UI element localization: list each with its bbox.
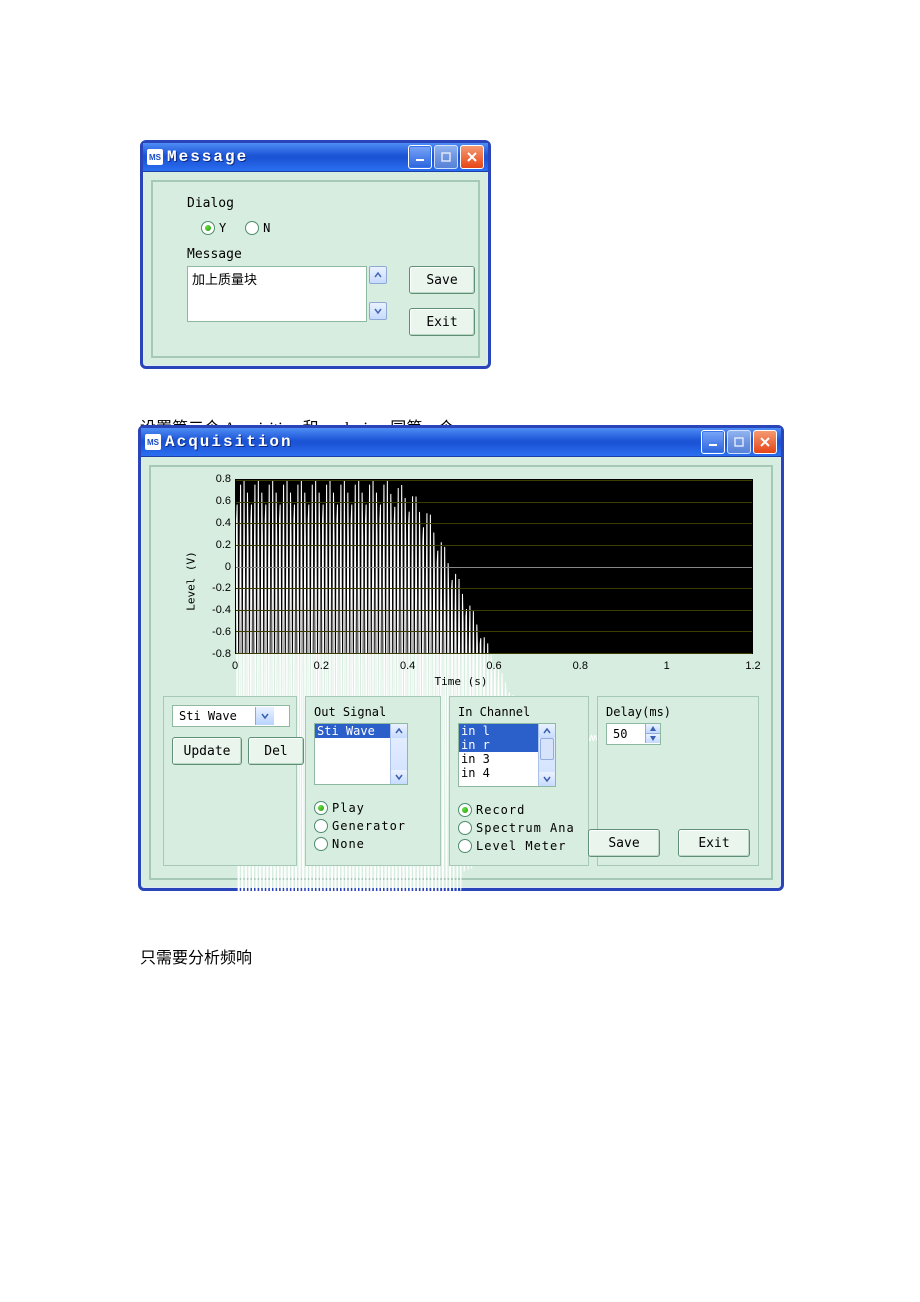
- in-channel-panel: In Channel in lin rin 3in 4: [449, 696, 589, 866]
- radio-generator-label: Generator: [332, 819, 406, 833]
- radio-spectrum-label: Spectrum Ana: [476, 821, 575, 835]
- radio-no-label: N: [263, 221, 271, 235]
- chevron-up-icon: [395, 727, 403, 735]
- x-axis-ticks: 00.20.40.60.811.2: [235, 660, 753, 674]
- dialog-label: Dialog: [187, 196, 444, 211]
- message-window: MS Message Dialog Y: [140, 140, 491, 369]
- delay-panel: Delay(ms) 50 Save Exit: [597, 696, 759, 866]
- delay-value: 50: [607, 724, 645, 744]
- y-axis-label: Level (V): [184, 551, 197, 611]
- radio-none-label: None: [332, 837, 365, 851]
- in-channel-listbox[interactable]: in lin rin 3in 4: [458, 723, 556, 787]
- chevron-down-icon: [261, 712, 269, 720]
- scroll-down-button[interactable]: [539, 772, 555, 786]
- scroll-up-button[interactable]: [369, 266, 387, 284]
- scroll-down-button[interactable]: [369, 302, 387, 320]
- radio-level-meter-label: Level Meter: [476, 839, 566, 853]
- radio-record-label: Record: [476, 803, 525, 817]
- radio-yes-label: Y: [219, 221, 227, 235]
- out-signal-label: Out Signal: [314, 705, 432, 719]
- exit-button[interactable]: Exit: [678, 829, 750, 857]
- app-icon: MS: [145, 434, 161, 450]
- out-signal-panel: Out Signal Sti Wave Play: [305, 696, 441, 866]
- list-item[interactable]: in l: [459, 724, 541, 738]
- spin-down-button[interactable]: [645, 734, 660, 743]
- minimize-button[interactable]: [408, 145, 432, 169]
- window-title: Acquisition: [165, 433, 293, 451]
- doc-paragraph-2: 只需要分析频响: [140, 944, 252, 968]
- radio-none[interactable]: None: [314, 837, 432, 851]
- list-item[interactable]: in 4: [459, 766, 541, 780]
- save-button[interactable]: Save: [588, 829, 660, 857]
- radio-spectrum[interactable]: Spectrum Ana: [458, 821, 580, 835]
- delay-spinner[interactable]: 50: [606, 723, 661, 745]
- minimize-icon: [707, 436, 719, 448]
- close-icon: [759, 436, 771, 448]
- del-button[interactable]: Del: [248, 737, 304, 765]
- close-icon: [466, 151, 478, 163]
- chevron-down-icon: [650, 736, 656, 741]
- scroll-down-button[interactable]: [391, 770, 407, 784]
- close-button[interactable]: [753, 430, 777, 454]
- message-label: Message: [187, 247, 444, 262]
- update-button[interactable]: Update: [172, 737, 242, 765]
- scroll-up-button[interactable]: [539, 724, 555, 738]
- titlebar[interactable]: MS Message: [143, 143, 488, 172]
- radio-no[interactable]: N: [245, 221, 271, 235]
- waveform-chart: Level (V) -0.8-0.6-0.4-0.200.20.40.60.8 …: [163, 473, 759, 688]
- spin-up-button[interactable]: [645, 724, 660, 734]
- chevron-up-icon: [650, 726, 656, 731]
- maximize-button: [727, 430, 751, 454]
- x-axis-label: Time (s): [163, 675, 759, 688]
- maximize-button: [434, 145, 458, 169]
- save-button[interactable]: Save: [409, 266, 475, 294]
- radio-record[interactable]: Record: [458, 803, 580, 817]
- app-icon: MS: [147, 149, 163, 165]
- out-signal-listbox[interactable]: Sti Wave: [314, 723, 408, 785]
- chevron-down-icon: [543, 775, 551, 783]
- maximize-icon: [733, 436, 745, 448]
- message-textarea[interactable]: 加上质量块: [187, 266, 367, 322]
- minimize-button[interactable]: [701, 430, 725, 454]
- radio-generator[interactable]: Generator: [314, 819, 432, 833]
- radio-level-meter[interactable]: Level Meter: [458, 839, 580, 853]
- chevron-up-icon: [374, 271, 382, 279]
- exit-button[interactable]: Exit: [409, 308, 475, 336]
- radio-play[interactable]: Play: [314, 801, 432, 815]
- chevron-down-icon: [374, 307, 382, 315]
- scroll-thumb[interactable]: [540, 738, 554, 760]
- plot-area: [235, 479, 753, 654]
- list-item[interactable]: in 3: [459, 752, 541, 766]
- dropdown-button[interactable]: [255, 707, 274, 725]
- radio-yes[interactable]: Y: [201, 221, 227, 235]
- wave-dropdown-value: Sti Wave: [173, 709, 255, 723]
- list-item[interactable]: in r: [459, 738, 541, 752]
- close-button[interactable]: [460, 145, 484, 169]
- y-axis-ticks: -0.8-0.6-0.4-0.200.20.40.60.8: [201, 479, 233, 654]
- wave-select-panel: Sti Wave Update Del: [163, 696, 297, 866]
- minimize-icon: [414, 151, 426, 163]
- wave-dropdown[interactable]: Sti Wave: [172, 705, 290, 727]
- delay-label: Delay(ms): [606, 705, 750, 719]
- titlebar[interactable]: MS Acquisition: [141, 428, 781, 457]
- chevron-down-icon: [395, 773, 403, 781]
- scroll-up-button[interactable]: [391, 724, 407, 738]
- message-text: 加上质量块: [192, 272, 257, 287]
- radio-play-label: Play: [332, 801, 365, 815]
- in-channel-label: In Channel: [458, 705, 580, 719]
- acquisition-window: MS Acquisition Level (V) -0.8-0.6-0.4-0.…: [138, 425, 784, 891]
- window-title: Message: [167, 148, 248, 166]
- maximize-icon: [440, 151, 452, 163]
- chevron-up-icon: [543, 727, 551, 735]
